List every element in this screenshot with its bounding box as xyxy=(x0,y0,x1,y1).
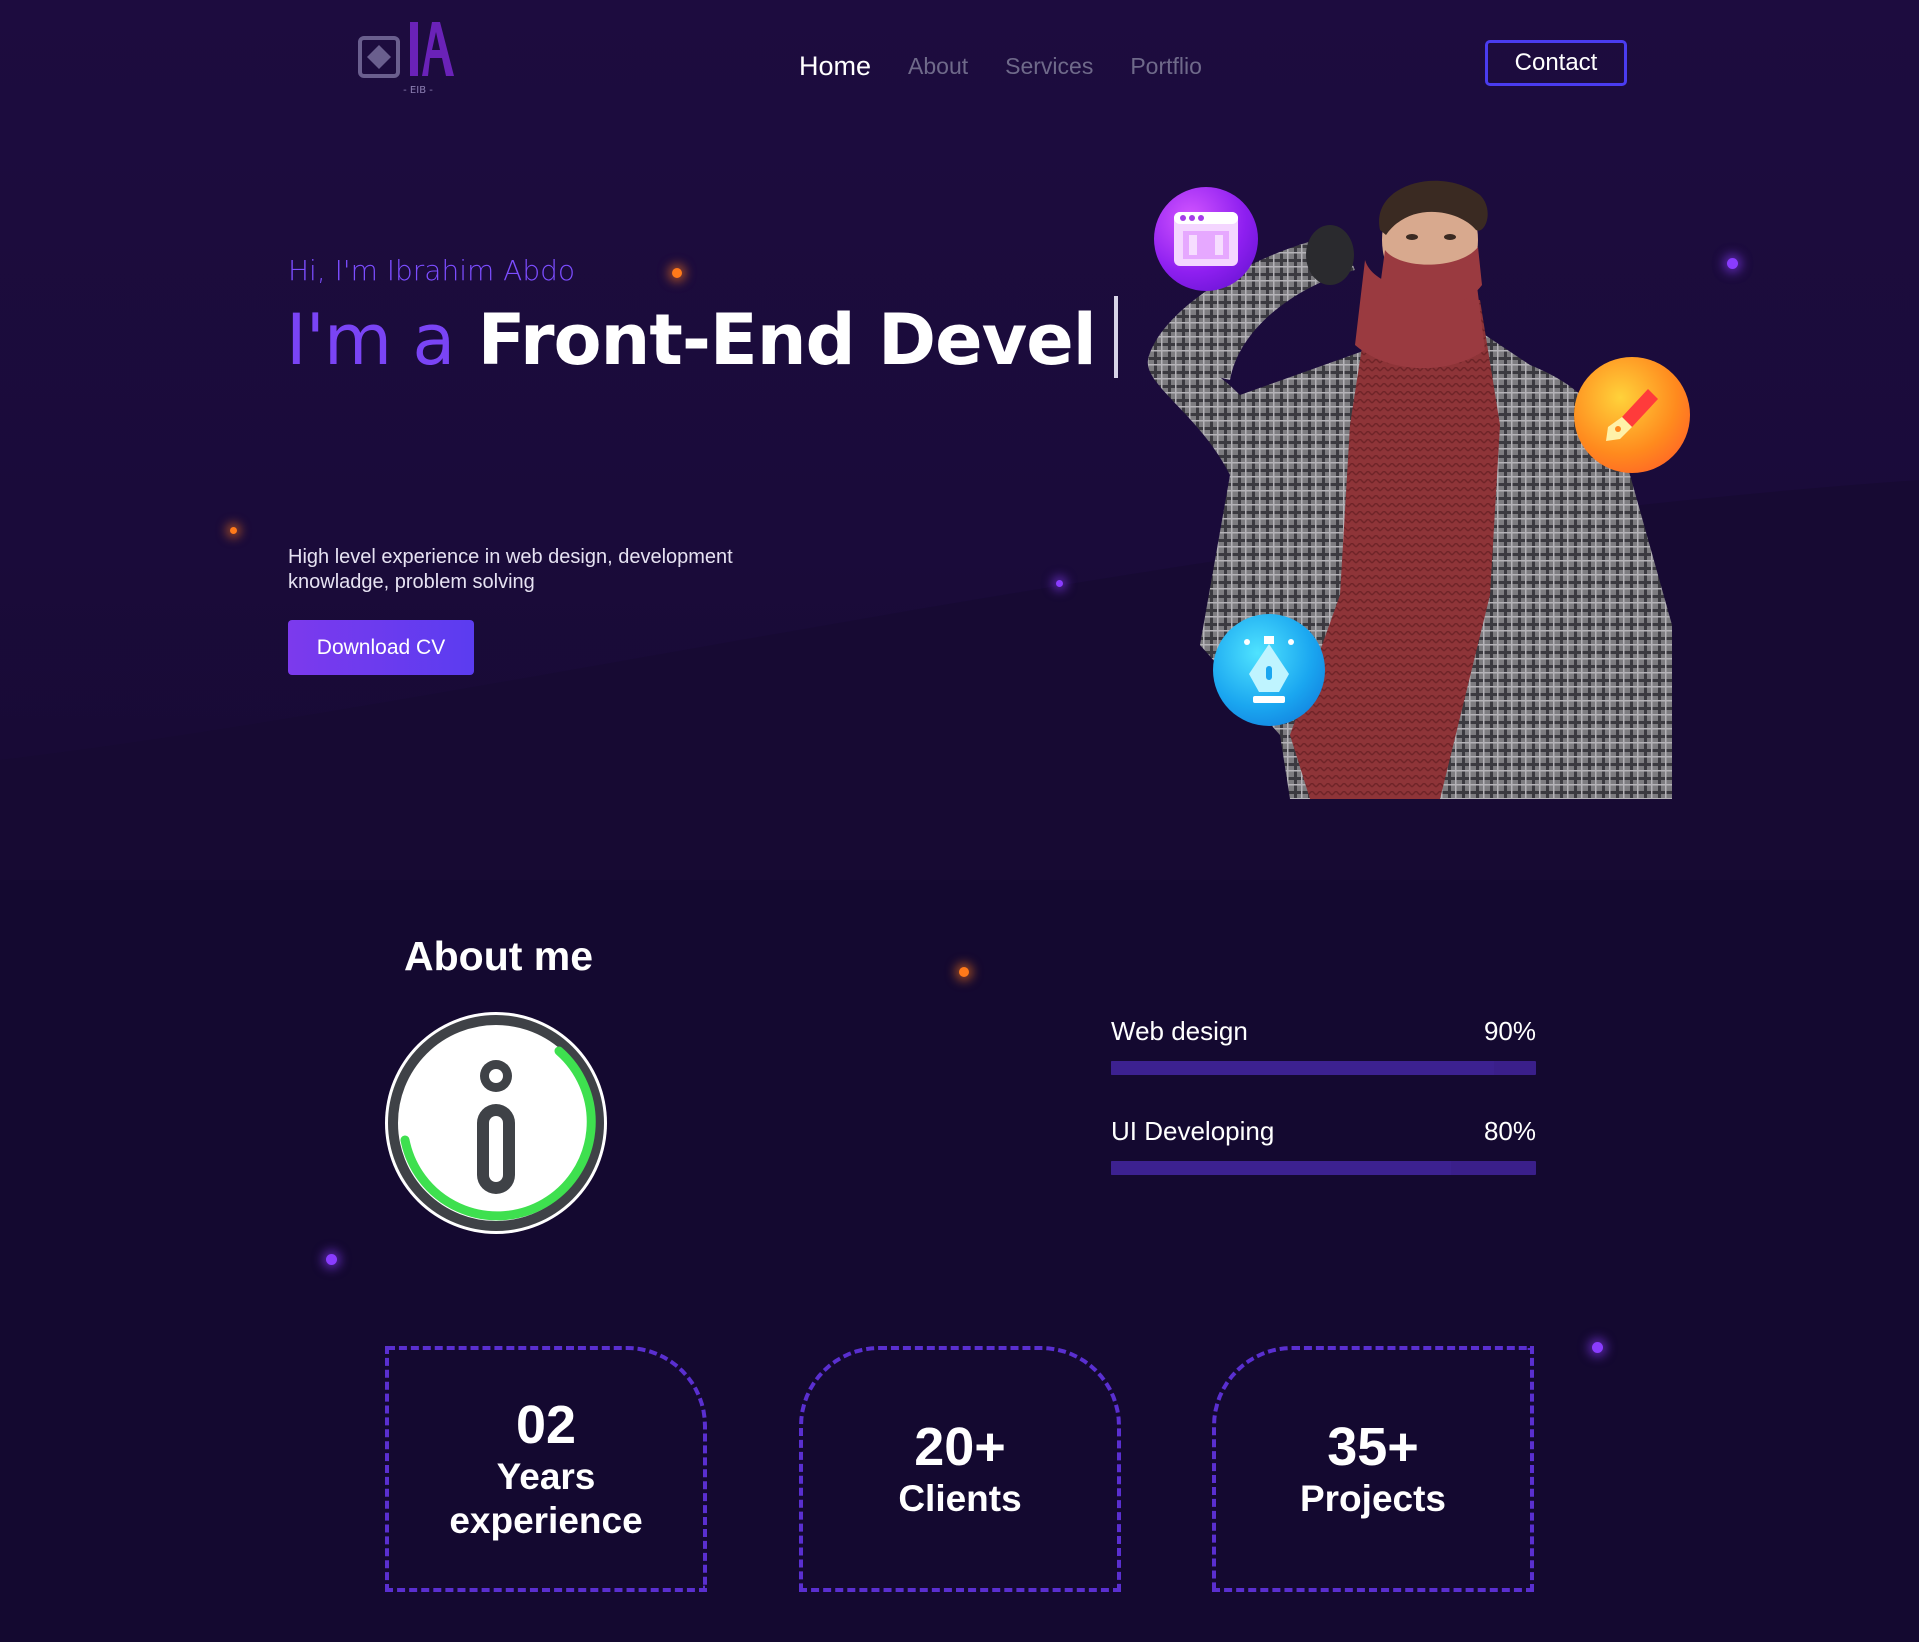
skill-name: UI Developing xyxy=(1111,1116,1275,1146)
browser-window-icon xyxy=(1154,187,1258,291)
glow-dot xyxy=(959,967,969,977)
stat-label: Years experience xyxy=(449,1456,643,1541)
info-icon xyxy=(383,1010,609,1236)
headline-prefix: I'm a xyxy=(286,299,455,381)
site-logo[interactable]: - EIB - xyxy=(358,18,462,98)
typing-caret xyxy=(1113,296,1118,378)
skill-percent: 80% xyxy=(1483,1116,1536,1146)
nav-portfolio[interactable]: Portflio xyxy=(1130,53,1202,80)
skill-percent: 90% xyxy=(1483,1016,1536,1046)
stat-card-experience: 02 Years experience xyxy=(385,1346,707,1592)
glow-dot xyxy=(672,268,682,278)
stat-label: Clients xyxy=(898,1478,1022,1519)
hero-description: High level experience in web design, dev… xyxy=(288,546,733,593)
headline-role: Front-End Devel xyxy=(477,299,1097,381)
glow-dot xyxy=(326,1254,337,1265)
skill-progress-fill xyxy=(1111,1161,1451,1175)
glow-dot xyxy=(1056,580,1063,587)
about-title: About me xyxy=(404,933,594,979)
stat-number: 20+ xyxy=(914,1417,1006,1477)
skill-progress-fill xyxy=(1111,1061,1494,1075)
glow-dot xyxy=(230,527,237,534)
stat-card-clients: 20+ Clients xyxy=(799,1346,1121,1592)
skill-progress-bar xyxy=(1111,1061,1536,1075)
glow-dot xyxy=(1727,258,1738,269)
skill-name: Web design xyxy=(1111,1016,1248,1046)
skill-web-design: Web design 90% xyxy=(1111,1016,1536,1075)
stat-number: 02 xyxy=(515,1395,577,1455)
skill-progress-bar xyxy=(1111,1161,1536,1175)
hero-headline: I'm a Front-End Devel xyxy=(286,296,1118,381)
nav-about[interactable]: About xyxy=(908,53,968,80)
skill-ui-developing: UI Developing 80% xyxy=(1111,1116,1536,1175)
nav-home[interactable]: Home xyxy=(799,51,871,82)
stat-number: 35+ xyxy=(1327,1417,1419,1477)
vector-pen-icon xyxy=(1213,614,1325,726)
contact-button[interactable]: Contact xyxy=(1485,40,1627,86)
pen-brush-icon xyxy=(1574,357,1690,473)
stat-card-projects: 35+ Projects xyxy=(1212,1346,1534,1592)
svg-text:- EIB -: - EIB - xyxy=(403,85,433,96)
download-cv-button[interactable]: Download CV xyxy=(288,620,474,675)
glow-dot xyxy=(1592,1342,1603,1353)
nav-services[interactable]: Services xyxy=(1005,53,1093,80)
stat-label: Projects xyxy=(1299,1478,1446,1519)
main-nav: Home About Services Portflio xyxy=(799,48,1239,84)
hero-greeting: Hi, I'm Ibrahim Abdo xyxy=(288,254,575,287)
